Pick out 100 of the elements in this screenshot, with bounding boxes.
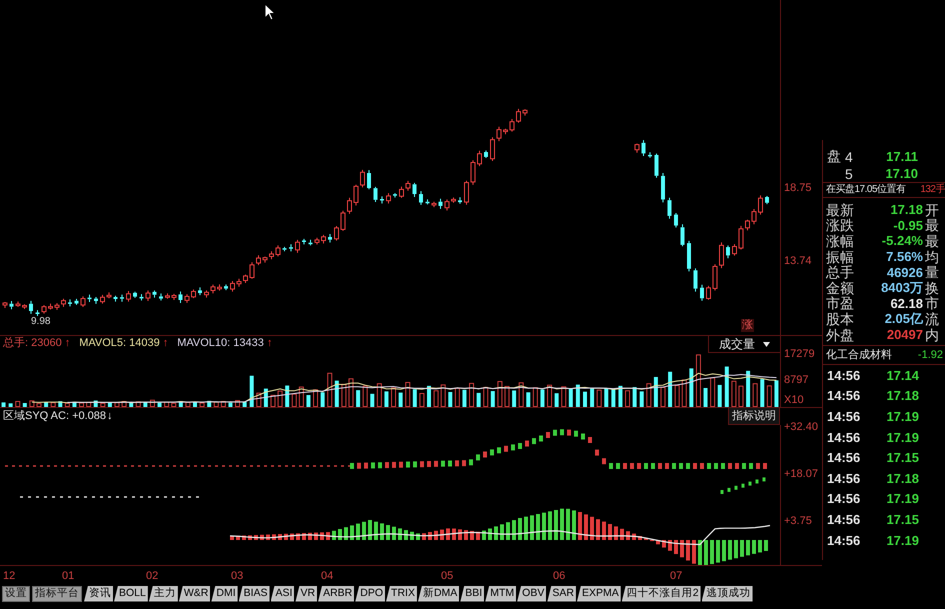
- ask-price: 17.11: [885, 150, 919, 163]
- indicator-tab[interactable]: BBI: [460, 586, 484, 602]
- tick-price: 17.14: [885, 368, 919, 382]
- month-axis-label: 07: [670, 570, 682, 582]
- tick-time: 14:56: [826, 451, 862, 464]
- volume-axis-label: 8797: [784, 374, 808, 386]
- indicator-help-button[interactable]: 指标说明: [728, 408, 780, 425]
- indicator-tab[interactable]: W&R: [178, 586, 210, 602]
- indicator-tab[interactable]: SAR: [547, 586, 576, 602]
- indicator-tab[interactable]: 四十不涨自用2: [622, 586, 701, 602]
- quote-field-label: 涨幅: [825, 234, 855, 248]
- tick-price: 17.18: [885, 472, 919, 485]
- quote-field-label: 股本: [825, 312, 855, 326]
- volume-axis-label: 17279: [784, 348, 815, 360]
- tick-time: 14:56: [826, 534, 862, 547]
- indicator-tab[interactable]: DPO: [355, 586, 386, 602]
- indicator-tab[interactable]: VR: [295, 586, 318, 602]
- indicator-tab[interactable]: TRIX: [386, 586, 417, 602]
- tick-price: 17.15: [885, 451, 919, 464]
- price-axis-label: 13.74: [784, 255, 812, 267]
- mouse-cursor-icon: [264, 3, 276, 21]
- tick-time: 14:56: [826, 389, 862, 402]
- quote-field-label: 涨跌: [825, 218, 855, 232]
- caret-down-icon[interactable]: [763, 342, 770, 346]
- toolbar-button[interactable]: 设置: [2, 586, 30, 602]
- rise-marker-label: 涨: [741, 319, 754, 332]
- indicator-tab[interactable]: 主力: [148, 586, 178, 602]
- indicator-tab[interactable]: OBV: [517, 586, 546, 602]
- tick-price: 17.19: [885, 492, 919, 506]
- volume-legend-text: MAVOL10: 13433: [177, 338, 264, 348]
- quote-field-label: 换: [924, 280, 940, 295]
- tick-time: 14:56: [826, 410, 862, 423]
- tick-time: 14:56: [826, 492, 862, 506]
- tick-price: 17.18: [885, 389, 919, 402]
- indicator-tab[interactable]: MTM: [485, 586, 516, 602]
- month-axis-label: 05: [441, 570, 454, 582]
- tick-price: 17.19: [885, 430, 919, 444]
- quote-field-label: 最: [924, 218, 940, 232]
- quote-field-value: 20497: [886, 328, 923, 342]
- indicator-tab[interactable]: BOLL: [114, 586, 148, 602]
- indicator-select-dropdown[interactable]: 成交量: [708, 336, 781, 353]
- volume-legend-text: MAVOL5: 14039: [79, 338, 160, 348]
- quote-field-value: 8403万: [880, 281, 923, 294]
- indicator-tab[interactable]: DMI: [211, 586, 238, 602]
- quote-field-label: 市盈: [825, 296, 855, 310]
- indicator-axis-label: +3.75: [784, 515, 812, 527]
- indicator-axis-label: +18.07: [784, 468, 818, 480]
- indicator-tab[interactable]: BIAS: [238, 586, 270, 602]
- month-axis-label: 06: [553, 570, 566, 582]
- month-axis-label: 12: [3, 570, 16, 582]
- month-axis-label: 03: [231, 570, 244, 582]
- tick-time: 14:56: [826, 368, 862, 382]
- quote-field-label: 量: [924, 265, 940, 280]
- indicator-tab[interactable]: ASI: [270, 586, 294, 602]
- volume-legend-text: 总手: 23060: [3, 338, 62, 348]
- indicator-legend-text: 区域SYQ AC: +0.088: [3, 410, 106, 422]
- toolbar-button[interactable]: 指标平台: [32, 586, 82, 602]
- up-arrow-icon: ↑: [266, 338, 272, 348]
- low-price-label: 9.98: [30, 316, 52, 327]
- up-arrow-icon: ↑: [162, 338, 168, 348]
- order-level-label: 4: [845, 150, 854, 164]
- tick-price: 17.19: [885, 534, 919, 547]
- bid-notice-text: 在买盘17.05位置有: [826, 185, 906, 195]
- indicator-tab[interactable]: ARBR: [318, 586, 354, 602]
- quote-field-label: 金额: [825, 280, 855, 295]
- quote-field-label: 均: [924, 250, 940, 264]
- quote-field-label: 最新: [825, 202, 855, 217]
- quote-field-label: 流: [924, 312, 940, 326]
- price-axis-label: 18.75: [784, 182, 812, 194]
- sector-change: -1.92: [918, 350, 944, 360]
- order-level-label: 5: [845, 166, 854, 180]
- quote-field-value: 2.05亿: [884, 312, 923, 326]
- sector-name: 化工合成材料: [826, 350, 892, 360]
- indicator-tab[interactable]: EXPMA: [576, 586, 621, 602]
- quote-field-label: 外盘: [825, 328, 855, 342]
- quote-field-label: 内: [924, 328, 940, 342]
- ask-price: 17.10: [884, 167, 919, 180]
- quote-field-label: 最: [924, 234, 940, 248]
- quote-field-value: 7.56%: [885, 250, 923, 264]
- quote-field-label: 振幅: [825, 250, 855, 264]
- tick-time: 14:56: [826, 430, 862, 444]
- indicator-tab[interactable]: 逃顶成功: [702, 586, 753, 602]
- down-arrow-icon: ↓: [107, 410, 113, 422]
- tick-price: 17.19: [885, 410, 919, 423]
- quote-field-value: 46926: [886, 266, 923, 279]
- quote-field-label: 市: [924, 296, 940, 310]
- ask-side-label: 盘: [826, 148, 842, 166]
- indicator-tab[interactable]: 资讯: [84, 586, 113, 602]
- quote-field-value: 62.18: [889, 296, 923, 310]
- month-axis-label: 01: [62, 570, 74, 582]
- volume-unit-label: X10: [784, 394, 804, 406]
- month-axis-label: 04: [321, 570, 334, 582]
- tick-time: 14:56: [826, 512, 862, 526]
- quote-field-label: 开: [924, 202, 940, 217]
- indicator-tab[interactable]: 新DMA: [418, 586, 460, 602]
- tick-time: 14:56: [826, 472, 862, 485]
- quote-field-value: 17.18: [889, 203, 923, 216]
- indicator-axis-label: +32.40: [784, 421, 818, 433]
- quote-field-value: -5.24%: [880, 234, 923, 248]
- month-axis-label: 02: [146, 570, 158, 582]
